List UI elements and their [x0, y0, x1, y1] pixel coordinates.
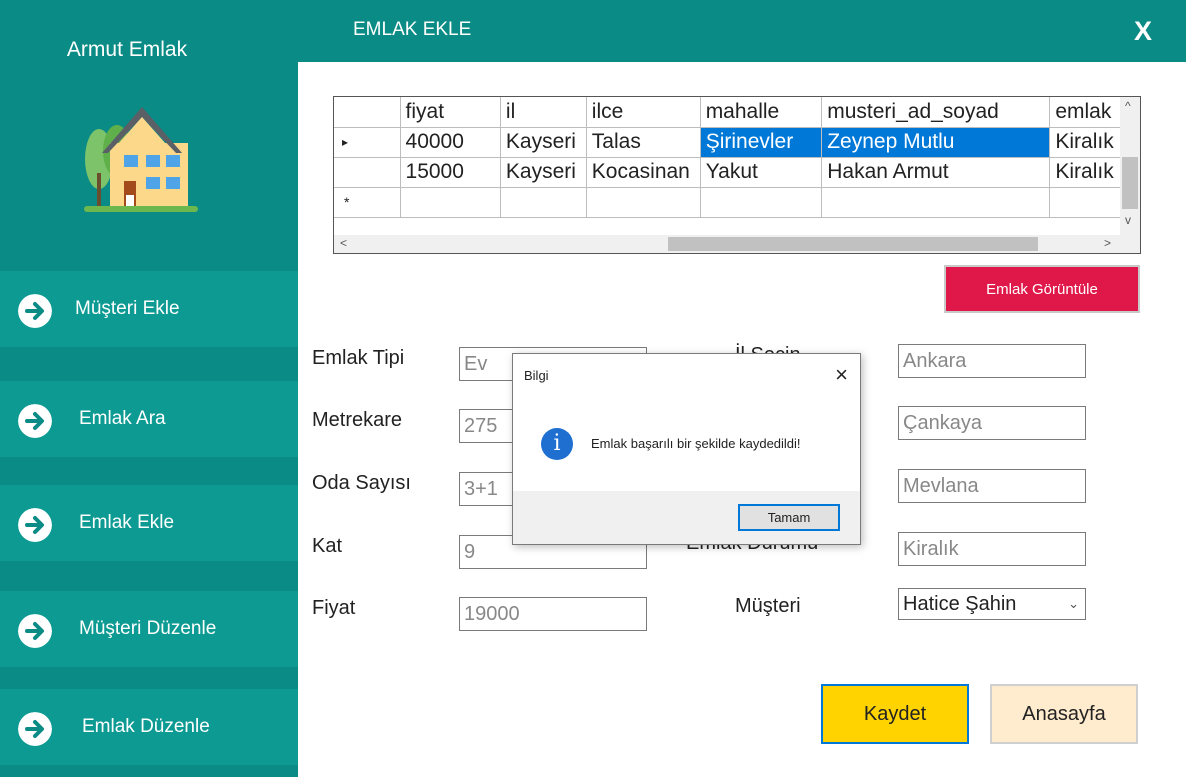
cell-fiyat[interactable]: 40000	[400, 127, 501, 158]
scroll-left-icon[interactable]: <	[340, 236, 347, 250]
arrow-right-icon	[18, 712, 52, 746]
emlak-tipi-label: Emlak Tipi	[312, 347, 405, 369]
grid-header-row: fiyat il ilce mahalle musteri_ad_soyad e…	[334, 97, 1140, 128]
emlak-goruntule-button[interactable]: Emlak Görüntüle	[944, 265, 1140, 313]
sidebar-item-emlak-duzenle[interactable]: Emlak Düzenle	[0, 689, 298, 765]
ok-button[interactable]: Tamam	[738, 504, 840, 531]
musteri-select[interactable]: Hatice Şahin ⌄	[898, 588, 1086, 620]
cell-musteri[interactable]: Hakan Armut	[821, 157, 1051, 188]
sidebar: Armut Emlak Müşteri Ekle Emlak Ara Emlak…	[0, 0, 298, 777]
new-row[interactable]: *	[334, 187, 1140, 218]
cell-mahalle[interactable]: Yakut	[700, 157, 823, 188]
scroll-up-icon[interactable]: ^	[1125, 99, 1131, 113]
fiyat-input[interactable]: 19000	[459, 597, 647, 631]
cell-ilce[interactable]: Kocasinan	[586, 157, 701, 188]
app-title: Armut Emlak	[66, 38, 188, 61]
grid-cell[interactable]	[586, 187, 701, 218]
info-dialog: Bilgi × i Emlak başarılı bir şekilde kay…	[512, 353, 861, 545]
cell-mahalle[interactable]: Şirinevler	[700, 127, 823, 158]
house-logo-icon	[84, 107, 198, 212]
table-row[interactable]: ▸ 40000 Kayseri Talas Şirinevler Zeynep …	[334, 127, 1140, 158]
dialog-message: Emlak başarılı bir şekilde kaydedildi!	[591, 436, 801, 451]
row-marker[interactable]	[334, 157, 401, 188]
oda-sayisi-label: Oda Sayısı	[312, 472, 411, 494]
grid-cell[interactable]	[700, 187, 823, 218]
grid-table: fiyat il ilce mahalle musteri_ad_soyad e…	[334, 97, 1140, 218]
sidebar-item-label: Emlak Ekle	[79, 512, 175, 533]
vertical-scrollbar[interactable]: ^ v	[1120, 97, 1140, 237]
musteri-select-value: Hatice Şahin	[903, 593, 1017, 615]
sidebar-item-emlak-ekle[interactable]: Emlak Ekle	[0, 485, 298, 561]
arrow-right-icon	[18, 404, 52, 438]
dialog-footer: Tamam	[513, 491, 860, 544]
sidebar-item-label: Emlak Ara	[79, 408, 166, 429]
new-row-marker[interactable]: *	[334, 187, 401, 218]
home-button[interactable]: Anasayfa	[990, 684, 1138, 744]
emlak-durumu-input[interactable]: Kiralık	[898, 532, 1086, 566]
horizontal-scroll-thumb[interactable]	[668, 237, 1038, 251]
mahalle-input[interactable]: Mevlana	[898, 469, 1086, 503]
cell-il[interactable]: Kayseri	[500, 127, 587, 158]
arrow-right-icon	[18, 614, 52, 648]
page-title: EMLAK EKLE	[353, 19, 472, 40]
kat-label: Kat	[312, 535, 343, 557]
cell-il[interactable]: Kayseri	[500, 157, 587, 188]
arrow-right-icon	[18, 294, 52, 328]
dialog-title: Bilgi	[524, 368, 549, 383]
dialog-close-icon[interactable]: ×	[835, 362, 848, 388]
grid-cell[interactable]	[500, 187, 587, 218]
musteri-label: Müşteri	[735, 595, 801, 617]
save-button[interactable]: Kaydet	[821, 684, 969, 744]
fiyat-label: Fiyat	[312, 597, 356, 619]
grid-cell[interactable]	[400, 187, 501, 218]
scroll-down-icon[interactable]: v	[1125, 213, 1131, 227]
row-marker[interactable]: ▸	[334, 127, 401, 158]
close-button[interactable]: X	[1134, 16, 1152, 47]
vertical-scroll-thumb[interactable]	[1122, 157, 1138, 209]
sidebar-item-emlak-ara[interactable]: Emlak Ara	[0, 381, 298, 457]
emlak-grid[interactable]: fiyat il ilce mahalle musteri_ad_soyad e…	[333, 96, 1141, 254]
arrow-right-icon	[18, 508, 52, 542]
column-header[interactable]: fiyat	[400, 97, 501, 128]
column-header[interactable]: il	[500, 97, 587, 128]
cell-fiyat[interactable]: 15000	[400, 157, 501, 188]
column-header[interactable]: mahalle	[700, 97, 823, 128]
ilce-input[interactable]: Çankaya	[898, 406, 1086, 440]
table-row[interactable]: 15000 Kayseri Kocasinan Yakut Hakan Armu…	[334, 157, 1140, 188]
column-header[interactable]: ilce	[586, 97, 701, 128]
row-header-corner	[334, 97, 401, 128]
grid-cell[interactable]	[821, 187, 1051, 218]
chevron-down-icon: ⌄	[1068, 596, 1079, 611]
scroll-right-icon[interactable]: >	[1104, 236, 1111, 250]
header-bar: EMLAK EKLE X	[298, 0, 1186, 62]
sidebar-item-musteri-ekle[interactable]: Müşteri Ekle	[0, 271, 298, 347]
il-input[interactable]: Ankara	[898, 344, 1086, 378]
column-header[interactable]: musteri_ad_soyad	[821, 97, 1051, 128]
metrekare-label: Metrekare	[312, 409, 403, 431]
sidebar-item-musteri-duzenle[interactable]: Müşteri Düzenle	[0, 591, 298, 667]
cell-ilce[interactable]: Talas	[586, 127, 701, 158]
sidebar-item-label: Müşteri Düzenle	[79, 618, 217, 639]
sidebar-item-label: Emlak Düzenle	[82, 716, 210, 737]
info-icon: i	[541, 428, 573, 460]
cell-musteri[interactable]: Zeynep Mutlu	[821, 127, 1051, 158]
sidebar-item-label: Müşteri Ekle	[75, 298, 180, 319]
horizontal-scrollbar[interactable]: < >	[334, 235, 1140, 253]
